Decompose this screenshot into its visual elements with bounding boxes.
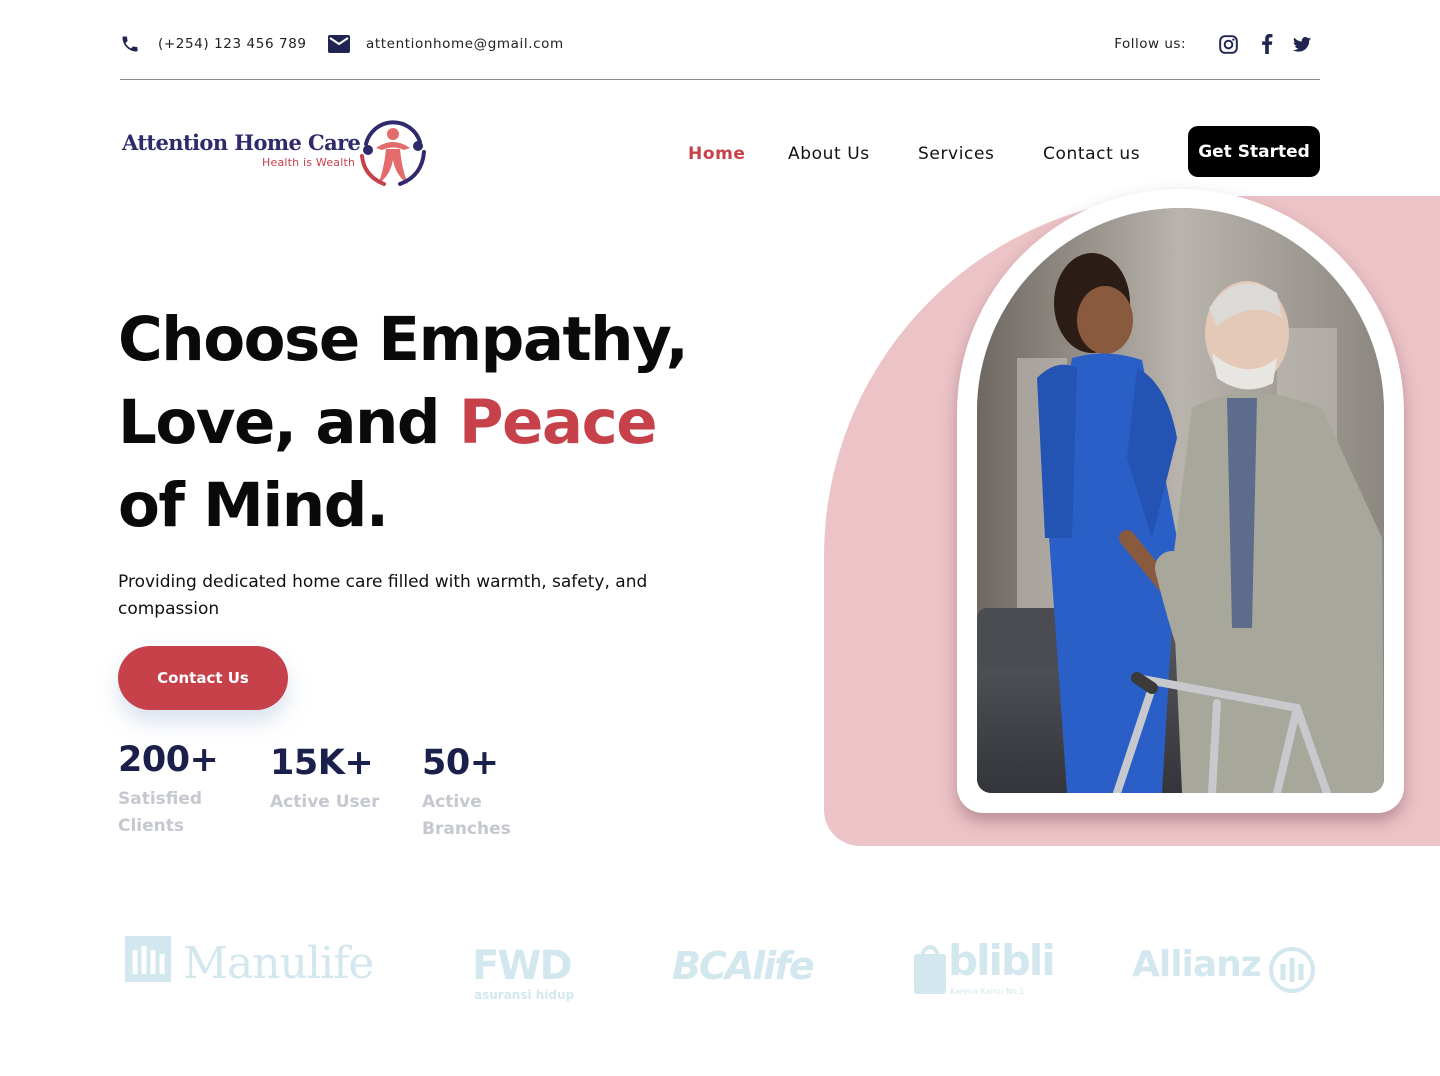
partner-allianz-logo: Allianz <box>1132 944 1315 993</box>
stat-value: 15K+ <box>270 743 374 783</box>
shopping-bag-icon <box>914 945 946 994</box>
phone-icon <box>120 34 140 54</box>
top-contact-bar: (+254) 123 456 789 attentionhome@gmail.c… <box>120 28 1320 60</box>
stat-label: Satisfied Clients <box>118 789 203 836</box>
allianz-emblem-icon <box>1268 946 1316 1003</box>
logo-tagline: Health is Wealth <box>262 156 356 169</box>
stat-active-branches: 50+ Active Branches <box>422 743 532 843</box>
headline-line-1: Choose Empathy, <box>118 304 689 375</box>
caregiver-logo-icon <box>356 114 430 192</box>
partner-name: Manulife <box>183 938 374 989</box>
site-logo[interactable]: Attention Home Care Health is Wealth <box>120 114 432 190</box>
partner-bcalife-logo: BCAlife <box>672 944 815 988</box>
partner-name: FWD <box>472 943 573 989</box>
nav-home[interactable]: Home <box>688 144 746 168</box>
stat-value: 200+ <box>118 740 219 780</box>
hero-subtitle: Providing dedicated home care filled wit… <box>118 572 648 619</box>
phone-contact[interactable]: (+254) 123 456 789 <box>120 28 307 60</box>
partner-name: BCAlife <box>672 944 815 988</box>
mail-icon <box>328 35 350 53</box>
email-contact[interactable]: attentionhome@gmail.com <box>328 28 564 60</box>
headline-accent-word: Peace <box>458 387 658 458</box>
nav-about-us[interactable]: About Us <box>788 144 870 168</box>
stat-label: Active Branches <box>422 792 511 839</box>
partner-manulife-logo: Manulife <box>125 936 374 989</box>
instagram-icon[interactable] <box>1216 32 1240 56</box>
stat-value: 50+ <box>422 743 499 783</box>
partner-name: blibli <box>948 936 1056 985</box>
topbar-divider <box>120 79 1320 80</box>
hero-headline: Choose Empathy, Love, and Peace of Mind. <box>118 298 758 547</box>
partner-blibli-logo: blibli Karena Kamu No.1 <box>914 936 1056 1000</box>
nav-services[interactable]: Services <box>918 144 995 168</box>
stat-active-user: 15K+ Active User <box>270 743 380 816</box>
headline-line-2-prefix: Love, and <box>118 387 459 458</box>
hero-photo <box>977 208 1384 793</box>
facebook-icon[interactable] <box>1255 32 1279 56</box>
partner-name: Allianz <box>1132 944 1262 985</box>
follow-label: Follow us: <box>1114 36 1186 52</box>
stat-satisfied-clients: 200+ Satisfied Clients <box>118 740 228 840</box>
logo-name: Attention Home Care <box>122 130 361 155</box>
stat-label: Active User <box>270 792 380 812</box>
contact-us-button[interactable]: Contact Us <box>118 646 288 710</box>
nav-contact-us[interactable]: Contact us <box>1043 144 1140 168</box>
partner-subtext: Karena Kamu No.1 <box>950 987 1025 996</box>
phone-number: (+254) 123 456 789 <box>158 36 307 52</box>
headline-line-3: of Mind. <box>118 470 389 541</box>
twitter-icon[interactable] <box>1290 32 1314 56</box>
email-address: attentionhome@gmail.com <box>366 36 564 52</box>
partner-subtext: asuransi hidup <box>474 988 575 1002</box>
partner-fwd-logo: FWD asuransi hidup <box>472 944 576 1004</box>
get-started-button[interactable]: Get Started <box>1188 126 1320 177</box>
manulife-icon <box>125 936 171 982</box>
